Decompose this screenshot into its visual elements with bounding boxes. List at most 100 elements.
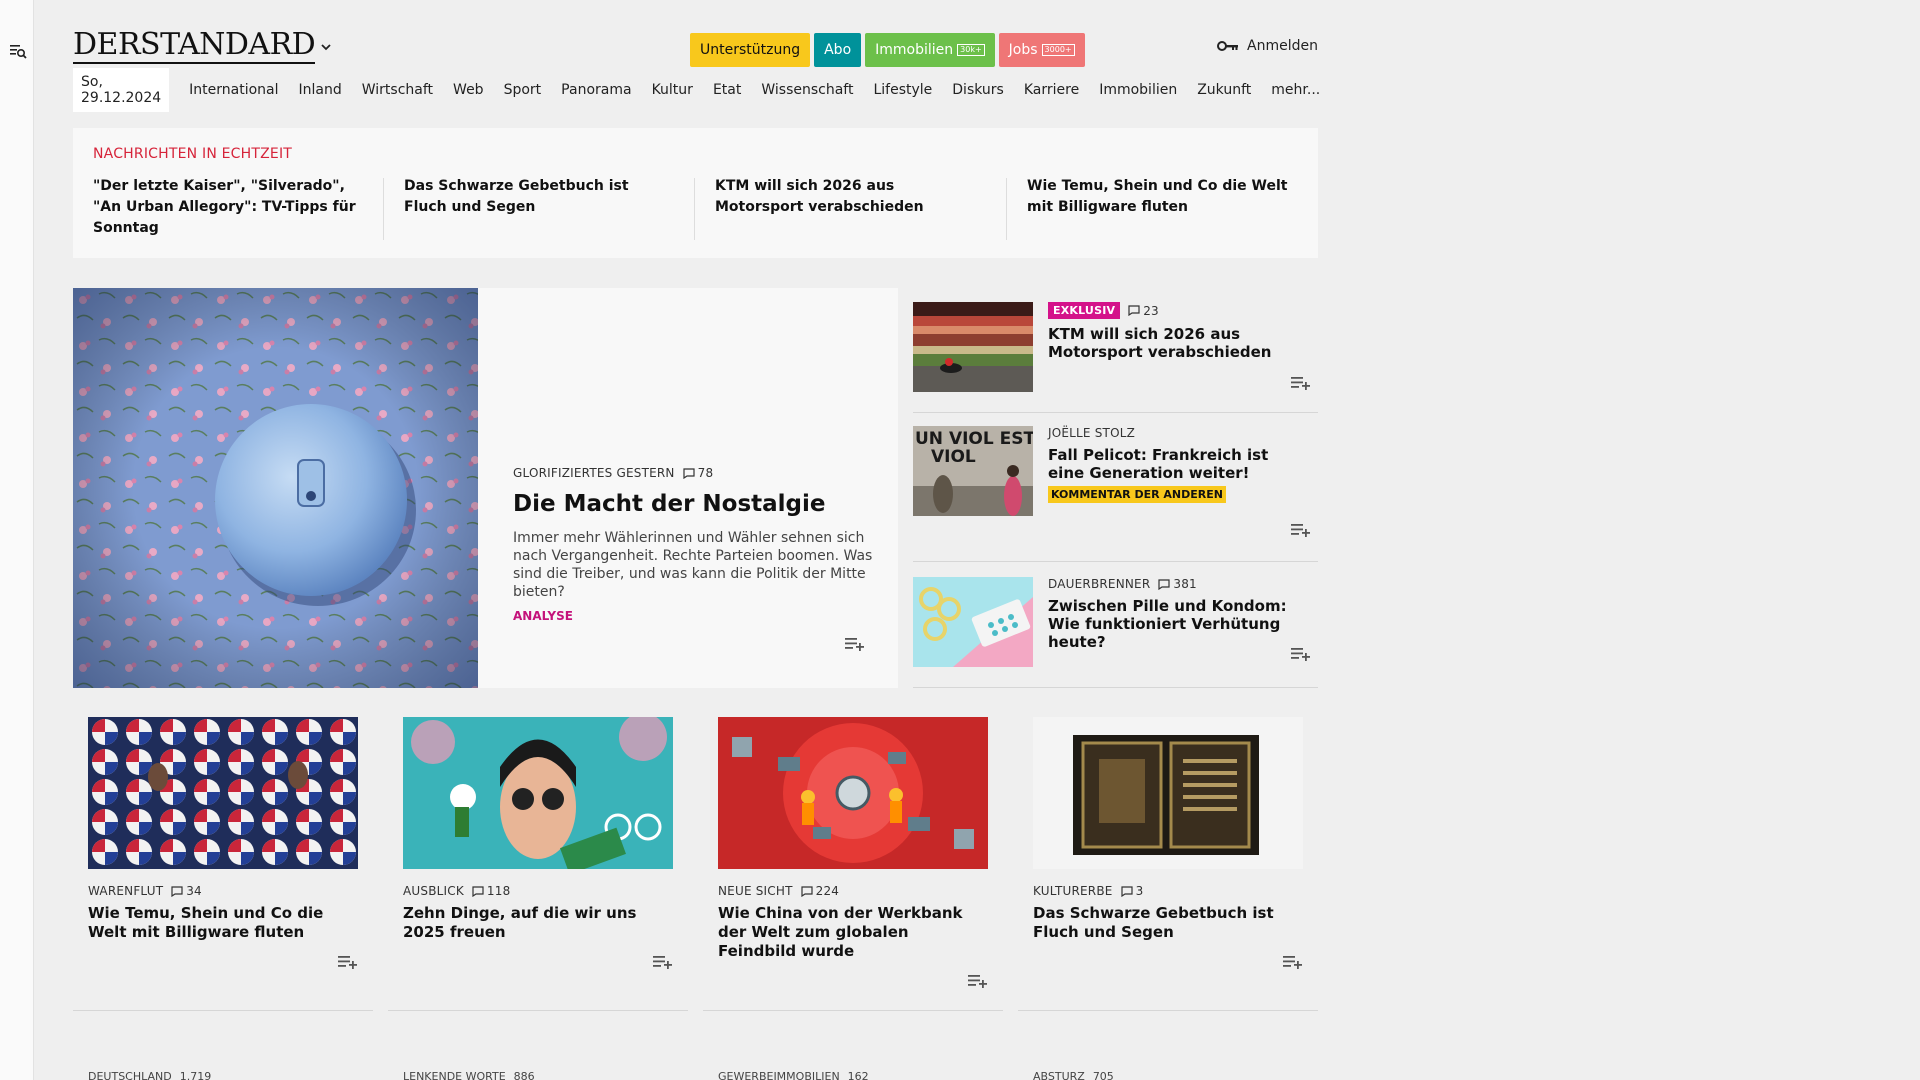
ticker-item[interactable]: Das Schwarze Gebetbuch ist Fluch und Seg… — [404, 176, 664, 218]
comment-count[interactable]: 381 — [1158, 577, 1197, 591]
image-beach-balls — [88, 717, 358, 869]
playlist-add-icon[interactable] — [1282, 954, 1304, 970]
playlist-add-icon[interactable] — [1290, 375, 1312, 391]
next-row-kicker[interactable]: LENKENDE WORTE 886 — [403, 1070, 535, 1080]
left-rail — [0, 0, 34, 1080]
ticker-item[interactable]: Wie Temu, Shein und Co die Welt mit Bill… — [1027, 176, 1297, 218]
nav-item-karriere[interactable]: Karriere — [1024, 82, 1079, 98]
playlist-add-icon[interactable] — [337, 954, 359, 970]
nav-item-lifestyle[interactable]: Lifestyle — [873, 82, 932, 98]
ticker-item[interactable]: KTM will sich 2026 aus Motorsport verabs… — [715, 176, 980, 218]
hero-title[interactable]: Die Macht der Nostalgie — [513, 490, 873, 519]
comment-number: 34 — [186, 884, 202, 898]
divider — [1006, 178, 1007, 240]
playlist-add-icon[interactable] — [652, 954, 674, 970]
thumb-pills — [913, 577, 1033, 667]
comment-count[interactable]: 23 — [1128, 304, 1159, 318]
comment-count[interactable]: 78 — [683, 466, 714, 480]
comment-count[interactable]: 118 — [472, 884, 511, 898]
side-title[interactable]: Fall Pelicot: Frankreich ist eine Genera… — [1048, 446, 1303, 482]
nav-item-inland[interactable]: Inland — [299, 82, 342, 98]
ticker-item[interactable]: "Der letzte Kaiser", "Silverado", "An Ur… — [93, 176, 373, 239]
pill-badge: 3000+ — [1041, 44, 1075, 56]
header-pills: Unterstützung Abo Immobilien 30k+ Jobs 3… — [690, 33, 1085, 67]
image-collage-2025 — [403, 717, 673, 869]
hero-article[interactable]: GLORIFIZIERTES GESTERN 78 Die Macht der … — [73, 288, 898, 688]
next-row-kicker[interactable]: ABSTURZ 705 — [1033, 1070, 1114, 1080]
site-logo[interactable]: DERSTANDARD — [73, 30, 316, 64]
login-button[interactable]: Anmelden — [1217, 38, 1318, 54]
kicker-text: KULTURERBE — [1033, 884, 1113, 898]
side-article-ktm[interactable]: EXKLUSIV 23 KTM will sich 2026 aus Motor… — [913, 288, 1318, 413]
live-ticker: NACHRICHTEN IN ECHTZEIT "Der letzte Kais… — [73, 128, 1318, 258]
comment-number: 224 — [815, 884, 840, 898]
comment-number: 78 — [697, 466, 714, 480]
side-article-pelicot[interactable]: UN VIOL EST VIOL JOËLLE STOLZ Fall Pelic… — [913, 414, 1318, 562]
menu-search-icon[interactable] — [9, 42, 27, 60]
side-title[interactable]: Zwischen Pille und Kondom: Wie funktioni… — [1048, 597, 1303, 651]
divider — [694, 178, 695, 240]
nav-item-wissenschaft[interactable]: Wissenschaft — [761, 82, 853, 98]
pill-label: Abo — [824, 42, 852, 58]
kicker-text: AUSBLICK — [403, 884, 464, 898]
card-title[interactable]: Wie Temu, Shein und Co die Welt mit Bill… — [88, 904, 358, 942]
card-text: AUSBLICK 118 Zehn Dinge, auf die wir uns… — [403, 884, 673, 942]
playlist-add-icon[interactable] — [1290, 522, 1312, 538]
card-kicker: WARENFLUT 34 — [88, 884, 358, 898]
card-china[interactable]: NEUE SICHT 224 Wie China von der Werkban… — [703, 717, 1003, 1011]
pill-jobs[interactable]: Jobs 3000+ — [998, 33, 1085, 67]
card-gebetbuch[interactable]: KULTURERBE 3 Das Schwarze Gebetbuch ist … — [1018, 717, 1318, 1011]
playlist-add-icon[interactable] — [967, 973, 989, 989]
login-label: Anmelden — [1247, 38, 1318, 54]
comment-count[interactable]: 34 — [171, 884, 202, 898]
comment-icon — [1120, 885, 1133, 897]
key-icon — [1217, 41, 1239, 51]
nav-item-wirtschaft[interactable]: Wirtschaft — [362, 82, 433, 98]
card-temu[interactable]: WARENFLUT 34 Wie Temu, Shein und Co die … — [73, 717, 373, 1011]
comment-number: 162 — [847, 1070, 869, 1080]
pill-unterstuetzung[interactable]: Unterstützung — [690, 33, 811, 67]
card-ausblick[interactable]: AUSBLICK 118 Zehn Dinge, auf die wir uns… — [388, 717, 688, 1011]
kicker-text: LENKENDE WORTE — [403, 1070, 506, 1080]
nav-item-web[interactable]: Web — [453, 82, 484, 98]
chevron-down-icon[interactable] — [319, 40, 333, 54]
playlist-add-icon[interactable] — [844, 636, 866, 652]
comment-icon — [801, 885, 813, 897]
thumb-text-line-2: VIOL — [931, 447, 976, 467]
side-article-verhuetung[interactable]: DAUERBRENNER 381 Zwischen Pille und Kond… — [913, 563, 1318, 688]
nav-item-mehr[interactable]: mehr... — [1271, 82, 1320, 98]
pill-label: Immobilien — [875, 42, 954, 58]
nav-item-panorama[interactable]: Panorama — [561, 82, 631, 98]
comment-icon — [171, 885, 183, 897]
thumb-protest-wall: UN VIOL EST VIOL — [913, 426, 1033, 516]
nav-item-kultur[interactable]: Kultur — [652, 82, 693, 98]
comment-icon — [1128, 305, 1140, 316]
next-row-kicker[interactable]: DEUTSCHLAND 1.719 — [88, 1070, 211, 1080]
comment-count[interactable]: 3 — [1120, 884, 1144, 898]
card-kicker: AUSBLICK 118 — [403, 884, 673, 898]
current-date: So, 29.12.2024 — [73, 68, 170, 112]
comment-number: 705 — [1092, 1070, 1114, 1080]
next-row-kicker[interactable]: GEWERBEIMMOBILIEN 162 — [718, 1070, 869, 1080]
kicker-text: DAUERBRENNER — [1048, 577, 1151, 591]
nav-item-etat[interactable]: Etat — [713, 82, 741, 98]
exclusive-badge: EXKLUSIV — [1048, 302, 1121, 319]
kicker-text: WARENFLUT — [88, 884, 164, 898]
pill-immobilien[interactable]: Immobilien 30k+ — [865, 33, 995, 67]
nav-item-zukunft[interactable]: Zukunft — [1197, 82, 1251, 98]
comment-count[interactable]: 224 — [801, 884, 840, 898]
playlist-add-icon[interactable] — [1290, 646, 1312, 662]
nav-item-immobilien[interactable]: Immobilien — [1099, 82, 1177, 98]
nav-item-diskurs[interactable]: Diskurs — [952, 82, 1004, 98]
nav-item-sport[interactable]: Sport — [504, 82, 542, 98]
pill-label: Jobs — [1008, 42, 1038, 58]
side-title[interactable]: KTM will sich 2026 aus Motorsport verabs… — [1048, 325, 1303, 361]
pill-abo[interactable]: Abo — [814, 33, 862, 67]
divider — [383, 178, 384, 240]
card-title[interactable]: Zehn Dinge, auf die wir uns 2025 freuen — [403, 904, 673, 942]
hero-label: ANALYSE — [513, 609, 573, 623]
card-title[interactable]: Wie China von der Werkbank der Welt zum … — [718, 904, 988, 961]
main-nav: So, 29.12.2024 International Inland Wirt… — [73, 68, 1320, 112]
nav-item-international[interactable]: International — [189, 82, 278, 98]
card-title[interactable]: Das Schwarze Gebetbuch ist Fluch und Seg… — [1033, 904, 1303, 942]
